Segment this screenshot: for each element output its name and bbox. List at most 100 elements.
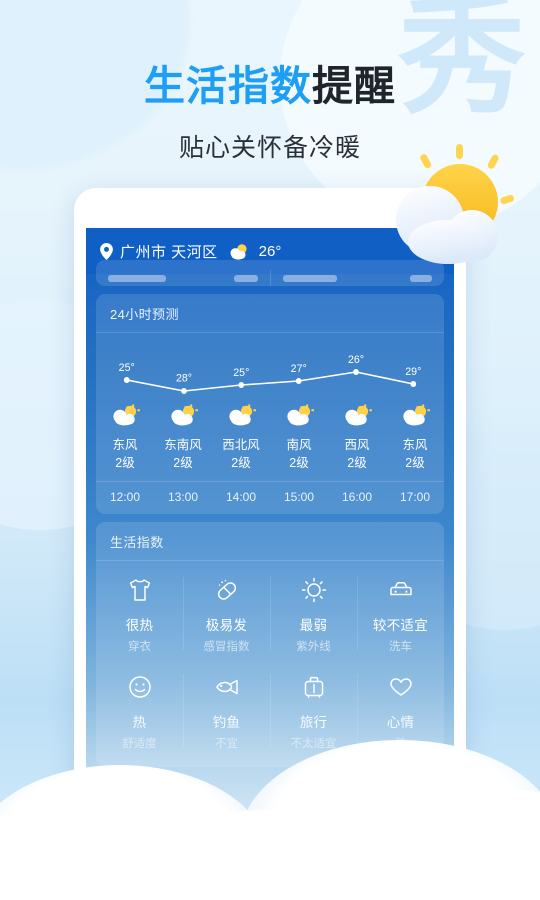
life-item-divider xyxy=(357,674,358,748)
life-item-value: 旅行 xyxy=(299,715,328,731)
suitcase-icon xyxy=(304,677,323,698)
wind-direction: 东南风 xyxy=(164,438,202,452)
page-title-rest: 提醒 xyxy=(312,62,396,110)
wind-direction: 东风 xyxy=(112,438,138,452)
life-item-key: 洗车 xyxy=(389,641,412,654)
page-title-highlight: 生活指数 xyxy=(144,62,312,110)
hourly-time: 16:00 xyxy=(341,490,373,505)
hourly-wind-cell: 西风 2级 xyxy=(328,436,386,472)
life-item-value: 最弱 xyxy=(299,618,328,634)
life-item-key: 舒适度 xyxy=(122,738,157,751)
tshirt-icon xyxy=(129,579,150,601)
hourly-time: 12:00 xyxy=(109,490,141,505)
life-item-value: 钓鱼 xyxy=(212,715,241,731)
life-item-divider xyxy=(270,577,271,651)
hourly-icon-cell xyxy=(96,403,154,431)
temperature-chart-labels: 25° 28° 25° 27° 26° 29° xyxy=(119,354,422,385)
hourly-icon-cell xyxy=(386,403,444,431)
life-index-card-title: 生活指数 xyxy=(96,522,444,562)
life-item-value: 很热 xyxy=(125,618,154,634)
partly-cloudy-icon xyxy=(345,404,373,426)
hourly-icon-cell xyxy=(270,403,328,431)
chart-point-label: 28° xyxy=(176,373,192,385)
location-pin-icon[interactable] xyxy=(100,242,113,260)
life-index-item[interactable]: 钓鱼 不宜 xyxy=(183,660,270,757)
wind-level: 2级 xyxy=(347,456,367,471)
partly-cloudy-icon xyxy=(229,404,257,426)
app-screen: 广州市 天河区 26° 24小时预测 25° 28° 25° 27° 26° 2… xyxy=(86,228,454,828)
hourly-time: 14:00 xyxy=(225,490,257,505)
partly-cloudy-icon xyxy=(171,404,199,426)
chart-point-label: 25° xyxy=(233,367,249,379)
life-item-value: 极易发 xyxy=(205,618,248,634)
life-index-item[interactable]: 很热 穿衣 xyxy=(96,563,183,660)
hourly-time: 13:00 xyxy=(167,490,199,505)
life-item-value: 心情 xyxy=(386,715,415,731)
life-index-item[interactable]: 心情差 xyxy=(357,660,444,757)
hourly-card-title: 24小时预测 xyxy=(96,294,444,333)
hourly-time: 15:00 xyxy=(283,490,315,505)
life-item-key: 不宜 xyxy=(215,738,238,751)
life-item-divider xyxy=(270,674,271,748)
hourly-time-row: 12:00 13:00 14:00 15:00 16:00 17:00 xyxy=(96,481,444,514)
life-item-divider xyxy=(183,674,184,748)
chart-point-label: 29° xyxy=(405,366,421,378)
car-icon xyxy=(389,582,412,596)
hourly-wind-row: 东风 2级 东南风 2级 西北风 2级 南风 2级 西风 2级 东风 2级 xyxy=(96,436,444,481)
hourly-wind-cell: 东风 2级 xyxy=(386,436,444,472)
wind-level: 2级 xyxy=(405,456,425,471)
wind-level: 2级 xyxy=(173,456,193,471)
partly-cloudy-icon xyxy=(287,404,315,426)
smiley-icon xyxy=(128,676,151,698)
life-item-key: 感冒指数 xyxy=(203,641,250,654)
chart-point-label: 26° xyxy=(348,354,364,366)
life-item-value: 较不适宜 xyxy=(372,618,429,634)
hourly-wind-cell: 西北风 2级 xyxy=(212,436,270,472)
sun-icon xyxy=(301,578,326,603)
partly-cloudy-icon xyxy=(230,243,247,260)
life-index-item[interactable]: 热舒适度 xyxy=(96,660,183,757)
hourly-time: 17:00 xyxy=(399,490,431,505)
partly-cloudy-icon xyxy=(113,404,141,426)
life-item-divider xyxy=(357,577,358,651)
temperature-line-chart: 25° 28° 25° 27° 26° 29° xyxy=(98,339,442,401)
life-index-item[interactable]: 较不适宜 洗车 xyxy=(357,563,444,660)
header-temperature: 26° xyxy=(258,242,282,260)
hourly-icon-cell xyxy=(212,403,270,431)
hourly-wind-cell: 东南风 2级 xyxy=(154,436,212,472)
hourly-icon-cell xyxy=(328,403,386,431)
hourly-wind-cell: 南风 2级 xyxy=(270,436,328,472)
life-item-key: 不太适宜 xyxy=(290,738,337,751)
pill-icon xyxy=(217,580,236,601)
page-title: 生活指数提醒 xyxy=(0,52,540,112)
fish-icon xyxy=(215,680,238,695)
partly-cloudy-icon xyxy=(403,404,431,426)
life-item-divider xyxy=(183,577,184,651)
life-item-key: 差 xyxy=(394,738,407,751)
heart-icon xyxy=(389,678,412,696)
sun-behind-cloud-illustration xyxy=(396,144,514,264)
life-item-key: 紫外线 xyxy=(296,641,331,654)
wind-level: 2级 xyxy=(115,456,135,471)
life-index-card[interactable]: 生活指数 很热 穿衣 极易发 感冒指数 最弱 紫外线 较不适宜 洗车热舒适度 钓鱼 不宜 旅行 不太适… xyxy=(96,522,444,768)
tv-play-icon[interactable] xyxy=(257,812,283,838)
wind-level: 2级 xyxy=(289,456,309,471)
life-index-grid: 很热 穿衣 极易发 感冒指数 最弱 紫外线 较不适宜 洗车热舒适度 钓鱼 不宜 旅行 不太适宜 心情差 xyxy=(96,561,444,767)
life-item-value: 热 xyxy=(132,715,147,731)
wind-direction: 西风 xyxy=(344,438,370,452)
chart-point-label: 25° xyxy=(119,362,135,374)
hourly-wind-cell: 东风 2级 xyxy=(96,436,154,472)
life-index-item[interactable]: 最弱 紫外线 xyxy=(270,563,357,660)
wind-level: 2级 xyxy=(231,456,251,471)
life-index-item[interactable]: 极易发 感冒指数 xyxy=(183,563,270,660)
life-item-key: 穿衣 xyxy=(128,641,151,654)
hourly-forecast-card[interactable]: 24小时预测 25° 28° 25° 27° 26° 29° 东风 2级 东南风… xyxy=(96,294,444,515)
wind-direction: 西北风 xyxy=(222,438,260,452)
location-label[interactable]: 广州市 天河区 xyxy=(120,241,218,262)
hourly-weather-icons xyxy=(96,403,444,431)
wind-direction: 东风 xyxy=(402,438,428,452)
hourly-icon-cell xyxy=(154,403,212,431)
life-index-item[interactable]: 旅行 不太适宜 xyxy=(270,660,357,757)
chart-point-label: 27° xyxy=(291,363,307,375)
wind-direction: 南风 xyxy=(286,438,312,452)
